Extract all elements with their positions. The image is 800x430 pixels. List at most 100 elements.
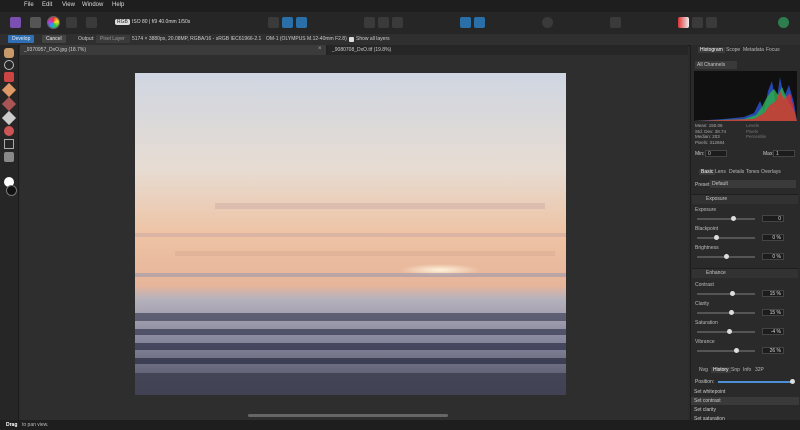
shadows-clip-icon[interactable] — [378, 17, 389, 28]
close-tab-icon[interactable]: × — [318, 46, 322, 52]
enhance-slider-knob[interactable] — [734, 348, 739, 353]
erase-tool-icon[interactable] — [1, 96, 17, 112]
enhance-value-input[interactable]: 15 % — [762, 309, 784, 316]
photo-image[interactable] — [135, 73, 566, 395]
hand-tool-icon[interactable] — [4, 48, 14, 58]
tab-32p[interactable]: 32P — [755, 367, 764, 373]
position-slider[interactable] — [718, 379, 795, 384]
stat-mean: Mean: 150.06 — [695, 123, 723, 128]
mirror-view-icon[interactable] — [296, 17, 307, 28]
enhance-slider[interactable] — [697, 329, 755, 334]
tab-tones[interactable]: Tones — [746, 169, 759, 175]
menu-help[interactable]: Help — [112, 2, 124, 8]
persona-develop-icon[interactable] — [47, 16, 60, 29]
exposure-label: Brightness — [695, 245, 719, 251]
zoom-tool-icon[interactable] — [4, 60, 14, 70]
status-strong: Drag — [6, 422, 18, 428]
tab-basic[interactable]: Basic — [699, 169, 716, 175]
history-item[interactable]: Set contrast — [691, 397, 799, 405]
clipping-icon[interactable] — [364, 17, 375, 28]
cancel-button[interactable]: Cancel — [42, 35, 66, 43]
exposure-slider-knob[interactable] — [714, 235, 719, 240]
assistant-icon[interactable] — [460, 17, 471, 28]
persona-export-icon[interactable] — [86, 17, 97, 28]
tab-lens[interactable]: Lens — [715, 169, 726, 175]
image-info: 5174 × 3880px, 20.08MP, RGBA/16 - sRGB I… — [132, 36, 262, 42]
horizontal-scrollbar[interactable] — [248, 414, 448, 417]
enhance-value-input[interactable]: 26 % — [762, 347, 784, 354]
exposure-slider[interactable] — [697, 216, 755, 221]
tab-metadata[interactable]: Metadata — [743, 47, 764, 53]
assistant-2-icon[interactable] — [474, 17, 485, 28]
gradient-tool-icon[interactable] — [1, 110, 17, 126]
exposure-slider[interactable] — [697, 235, 755, 240]
before-after-icon[interactable] — [692, 17, 703, 28]
menu-view[interactable]: View — [62, 2, 75, 8]
color-swatch-icon[interactable] — [678, 17, 689, 28]
enhance-slider[interactable] — [697, 310, 755, 315]
highlights-clip-icon[interactable] — [392, 17, 403, 28]
persona-liquify-icon[interactable] — [30, 17, 41, 28]
tab-overlays[interactable]: Overlays — [761, 169, 781, 175]
enhance-slider[interactable] — [697, 348, 755, 353]
tab-scope[interactable]: Scope — [726, 47, 740, 53]
persona-photo-icon[interactable] — [10, 17, 21, 28]
tab-label: _9080708_DxO.tif (19.8%) — [332, 47, 392, 53]
tab-focus[interactable]: Focus — [766, 47, 780, 53]
frame-tool-icon[interactable] — [4, 139, 14, 149]
red-eye-tool-icon[interactable] — [4, 126, 14, 136]
exposure-label: Exposure — [695, 207, 717, 213]
red-eye-icon[interactable] — [610, 17, 621, 28]
blemish-tool-icon[interactable] — [4, 152, 14, 162]
enhance-slider-knob[interactable] — [727, 329, 732, 334]
user-icon[interactable] — [778, 17, 789, 28]
menu-window[interactable]: Window — [82, 2, 103, 8]
tab-history[interactable]: History — [711, 367, 731, 373]
exposure-value-input[interactable]: 0 % — [762, 234, 784, 241]
tab-histogram[interactable]: Histogram — [698, 47, 725, 53]
history-item[interactable]: Set clarity — [691, 406, 799, 414]
split-view-icon[interactable] — [282, 17, 293, 28]
menu-edit[interactable]: Edit — [42, 2, 52, 8]
tab-document-1[interactable]: _9370957_DxO.jpg (18.7%) — [20, 45, 326, 55]
enhance-value-input[interactable]: 15 % — [762, 290, 784, 297]
enhance-label: Vibrance — [695, 339, 715, 345]
tab-navigator[interactable]: Nvg — [699, 367, 708, 373]
enhance-slider[interactable] — [697, 291, 755, 296]
tab-document-2[interactable]: _9080708_DxO.tif (19.8%) — [328, 45, 688, 55]
position-slider-knob[interactable] — [790, 379, 795, 384]
preset-select[interactable]: Default — [710, 180, 796, 188]
enhance-section-header[interactable]: Enhance — [692, 268, 798, 278]
exposure-slider-knob[interactable] — [724, 254, 729, 259]
view-toggle-icon[interactable] — [268, 17, 279, 28]
menu-file[interactable]: File — [24, 2, 34, 8]
exposure-section-header[interactable]: Exposure — [692, 194, 798, 204]
tab-snapshots[interactable]: Snp — [731, 367, 740, 373]
exposure-value-input[interactable]: 0 — [762, 215, 784, 222]
enhance-slider-knob[interactable] — [730, 291, 735, 296]
output-label: Output: — [78, 36, 95, 42]
tab-details[interactable]: Details — [729, 169, 744, 175]
exposure-slider-knob[interactable] — [731, 216, 736, 221]
output-select[interactable]: Pixel Layer — [96, 35, 130, 43]
channel-select[interactable]: All Channels — [695, 61, 737, 69]
min-input[interactable]: 0 — [705, 150, 727, 157]
develop-button[interactable]: Develop — [8, 35, 35, 43]
face-icon[interactable] — [542, 17, 553, 28]
preset-label: Preset: — [695, 182, 711, 188]
persona-tone-map-icon[interactable] — [66, 17, 77, 28]
crop-tool-icon[interactable] — [4, 72, 14, 82]
exposure-slider[interactable] — [697, 254, 755, 259]
max-input[interactable]: 1 — [773, 150, 795, 157]
compare-icon[interactable] — [706, 17, 717, 28]
histogram — [694, 71, 797, 121]
secondary-color-swatch[interactable] — [6, 185, 17, 196]
camera-info: OM-1 (OLYMPUS M.12-40mm F2.8) — [266, 36, 347, 42]
tab-info[interactable]: Info — [743, 367, 751, 373]
exposure-value-input[interactable]: 0 % — [762, 253, 784, 260]
enhance-value-input[interactable]: -4 % — [762, 328, 784, 335]
enhance-slider-knob[interactable] — [729, 310, 734, 315]
brush-tool-icon[interactable] — [1, 82, 17, 98]
history-item[interactable]: Set whitepoint — [691, 388, 799, 396]
mode-badge: RGB — [115, 19, 130, 25]
